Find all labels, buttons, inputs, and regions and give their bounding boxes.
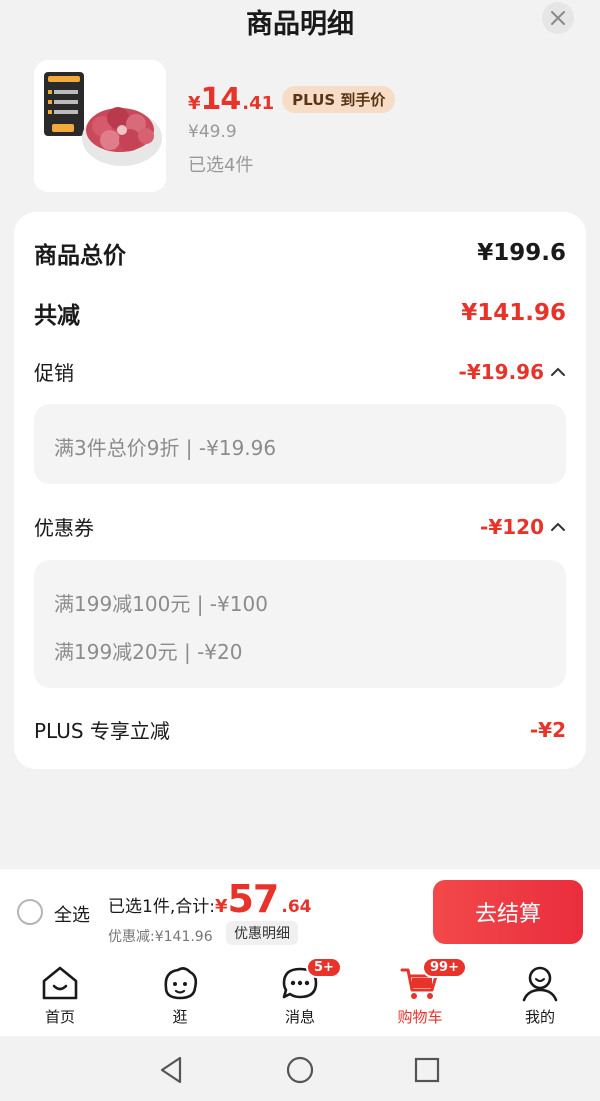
tab-label: 购物车 bbox=[397, 1008, 443, 1026]
promotion-detail-box: 满3件总价9折 | -¥19.96 bbox=[34, 404, 566, 484]
total-reduce-row: 共减 ¥141.96 bbox=[34, 296, 566, 330]
plus-price: ¥ 14 .41 PLUS 到手价 bbox=[188, 82, 396, 117]
recents-icon[interactable] bbox=[411, 1054, 443, 1086]
tab-messages[interactable]: 5+ 消息 bbox=[240, 954, 360, 1036]
promotion-item: 满3件总价9折 | -¥19.96 bbox=[54, 436, 277, 460]
promotion-label: 促销 bbox=[34, 361, 74, 385]
total-reduce-value: ¥141.96 bbox=[461, 300, 566, 326]
select-all-label[interactable]: 全选 bbox=[54, 901, 90, 927]
price-detail-card: 商品总价 ¥199.6 共减 ¥141.96 促销 -¥19.96 满3件总价9… bbox=[14, 212, 586, 769]
selected-total-label: 已选1件,合计: bbox=[108, 897, 215, 917]
message-badge: 5+ bbox=[306, 957, 342, 978]
original-price: ¥49.9 bbox=[188, 122, 237, 142]
tab-profile[interactable]: 我的 bbox=[480, 954, 600, 1036]
tab-label: 逛 bbox=[172, 1008, 188, 1026]
home-icon bbox=[42, 966, 78, 1000]
checkout-button[interactable]: 去结算 bbox=[433, 880, 583, 944]
home-circle-icon[interactable] bbox=[284, 1054, 316, 1086]
plus-discount-label: PLUS 专享立减 bbox=[34, 719, 170, 743]
close-button[interactable] bbox=[542, 2, 574, 34]
coupon-row[interactable]: 优惠券 -¥120 bbox=[34, 512, 566, 541]
coupon-value-wrap: -¥120 bbox=[480, 515, 566, 539]
total-integer: 57 bbox=[227, 877, 279, 921]
total-decimal: .64 bbox=[281, 897, 312, 917]
coupon-value: -¥120 bbox=[480, 514, 544, 539]
select-all-checkbox[interactable] bbox=[17, 899, 43, 925]
promotion-value-wrap: -¥19.96 bbox=[459, 360, 566, 384]
price-currency: ¥ bbox=[188, 93, 201, 114]
chevron-up-icon[interactable] bbox=[550, 366, 566, 378]
beef-cubes-image bbox=[34, 60, 166, 192]
tab-browse[interactable]: 逛 bbox=[120, 954, 240, 1036]
total-price-label: 商品总价 bbox=[34, 243, 126, 269]
discount-detail-button[interactable]: 优惠明细 bbox=[226, 921, 298, 945]
product-image[interactable] bbox=[34, 60, 166, 192]
tab-label: 消息 bbox=[284, 1008, 315, 1026]
product-info: ¥ 14 .41 PLUS 到手价 ¥49.9 已选4件 bbox=[0, 58, 600, 194]
profile-icon bbox=[522, 966, 558, 1002]
selected-count: 已选4件 bbox=[188, 155, 254, 176]
coupon-item: 满199减100元 | -¥100 bbox=[54, 592, 268, 616]
tab-label: 首页 bbox=[44, 1008, 75, 1026]
discount-text: 优惠减:¥141.96 bbox=[108, 929, 213, 945]
plus-discount-value: -¥2 bbox=[529, 717, 566, 742]
bottom-tab-bar: 首页 逛 5+ 消息 99+ 购物车 我的 bbox=[0, 954, 600, 1036]
coupon-item: 满199减20元 | -¥20 bbox=[54, 640, 243, 664]
total-reduce-label: 共减 bbox=[34, 303, 80, 329]
cart-badge: 99+ bbox=[422, 957, 467, 978]
plus-price-tag: PLUS 到手价 bbox=[282, 86, 396, 113]
checkout-bar: 全选 已选1件,合计: ¥ 57 .64 优惠减:¥141.96 优惠明细 去结… bbox=[0, 868, 600, 954]
coupon-label: 优惠券 bbox=[34, 516, 94, 540]
total-currency: ¥ bbox=[214, 896, 228, 917]
chevron-up-icon[interactable] bbox=[550, 521, 566, 533]
total-price-row: 商品总价 ¥199.6 bbox=[34, 236, 566, 270]
tab-cart[interactable]: 99+ 购物车 bbox=[360, 954, 480, 1036]
sheet-title: 商品明细 bbox=[246, 9, 354, 40]
coupon-detail-box: 满199减100元 | -¥100 满199减20元 | -¥20 bbox=[34, 560, 566, 688]
selected-total: 已选1件,合计: ¥ 57 .64 bbox=[108, 877, 312, 921]
close-icon bbox=[551, 11, 565, 25]
sheet-header: 商品明细 bbox=[0, 0, 600, 42]
browse-icon bbox=[164, 967, 198, 1000]
tab-home[interactable]: 首页 bbox=[0, 954, 120, 1036]
total-price-value: ¥199.6 bbox=[477, 240, 566, 266]
price-decimal: .41 bbox=[242, 93, 275, 114]
promotion-row[interactable]: 促销 -¥19.96 bbox=[34, 357, 566, 386]
tab-label: 我的 bbox=[524, 1008, 555, 1026]
plus-discount-row: PLUS 专享立减 -¥2 bbox=[34, 715, 566, 744]
price-integer: 14 bbox=[200, 82, 242, 117]
promotion-value: -¥19.96 bbox=[458, 359, 544, 384]
system-nav-bar bbox=[0, 1036, 600, 1101]
back-icon[interactable] bbox=[156, 1054, 188, 1086]
